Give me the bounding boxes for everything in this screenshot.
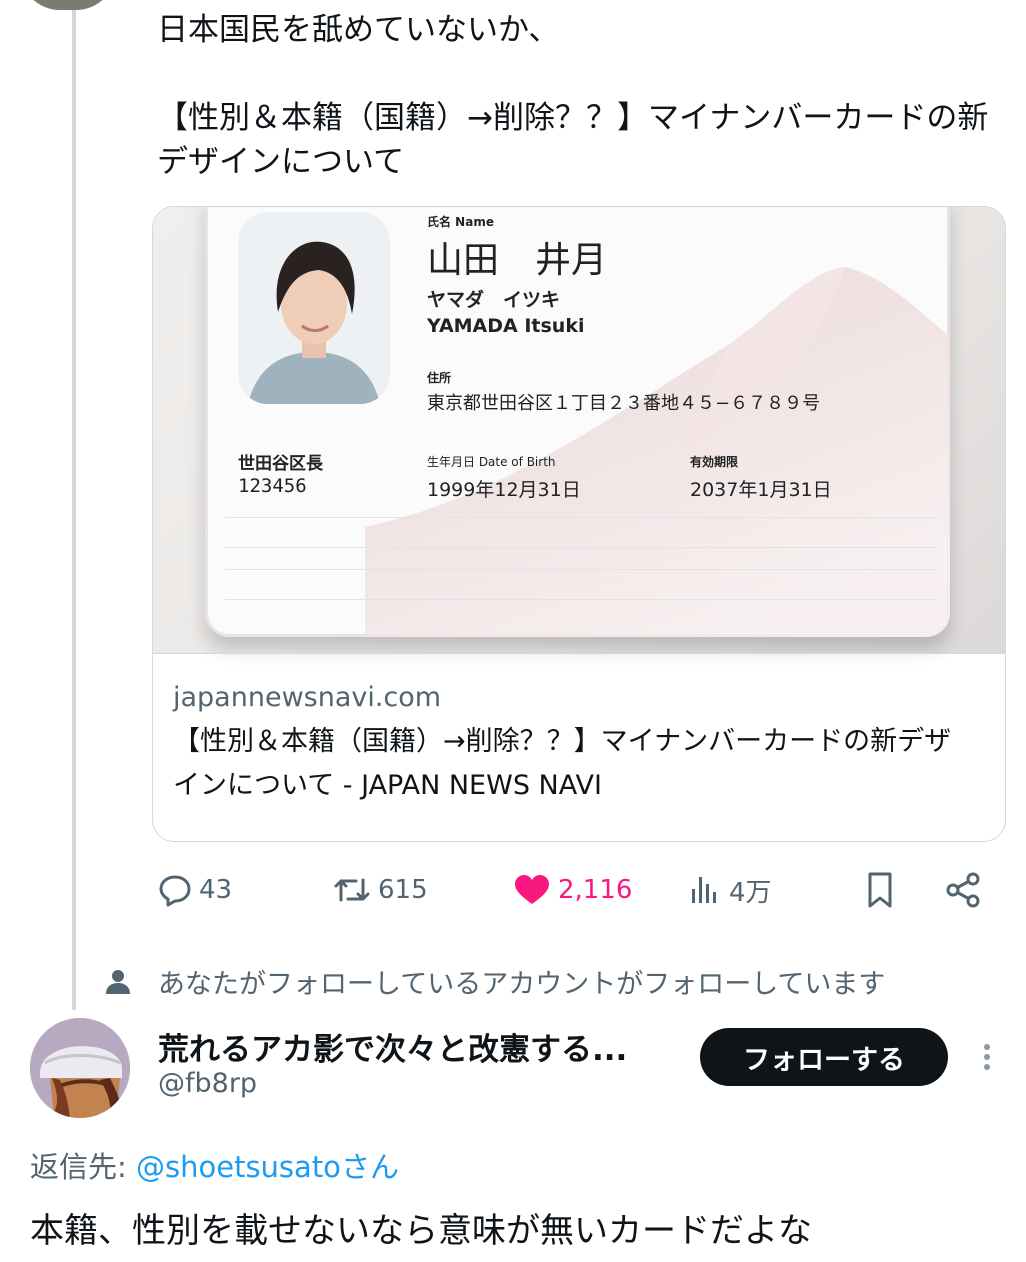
reply-button[interactable]: 43 [157, 866, 232, 914]
address-label: 住所 [427, 371, 452, 385]
share-button[interactable] [943, 866, 983, 914]
like-button[interactable]: 2,116 [512, 866, 632, 914]
repost-count: 615 [378, 875, 428, 905]
thread-line [72, 0, 76, 1010]
link-card-meta[interactable]: japannewsnavi.com 【性別＆本籍（国籍）→削除？？】マイナンバー… [153, 653, 1005, 841]
reply-text: 本籍、性別を載せないなら意味が無いカードだよな [30, 1211, 812, 1251]
card-address: 東京都世田谷区１丁目２３番地４５−６７８９号 [427, 393, 821, 414]
tweet-text: 日本国民を舐めていないか、 【性別＆本籍（国籍）→削除？？】マイナンバーカードの… [157, 12, 989, 180]
card-line [225, 517, 935, 518]
mynumber-card-image: 氏名 Name 山田 井月 ヤマダ イツキ YAMADA Itsuki 住所 東… [205, 207, 950, 637]
card-issuer: 世田谷区長 [238, 454, 323, 474]
card-line [225, 599, 935, 600]
card-name: 山田 井月 [427, 240, 608, 281]
share-icon [946, 872, 980, 908]
card-romaji: YAMADA Itsuki [427, 315, 585, 337]
repost-icon [334, 878, 370, 902]
action-bar: 43 615 2,116 4万 [157, 866, 987, 914]
name-label: 氏名 Name [427, 215, 494, 229]
analytics-icon [692, 877, 716, 903]
more-options-icon[interactable] [975, 1040, 999, 1080]
reply-to-prefix: 返信先: [30, 1150, 136, 1184]
card-line [225, 569, 935, 570]
person-icon [106, 969, 130, 994]
reply-to-handle-link[interactable]: @shoetsusato [136, 1150, 341, 1184]
card-expiry: 2037年1月31日 [690, 479, 832, 501]
social-context-text: あなたがフォローしているアカウントがフォローしています [158, 969, 886, 1000]
portrait-photo [238, 212, 390, 404]
reply-avatar[interactable] [30, 1018, 130, 1118]
expiry-label: 有効期限 [690, 455, 739, 469]
card-issuer-number: 123456 [238, 475, 307, 497]
views-button[interactable]: 4万 [687, 866, 772, 914]
reply-icon [159, 875, 191, 907]
card-dob: 1999年12月31日 [427, 479, 581, 501]
card-line [225, 547, 935, 548]
repost-button[interactable]: 615 [332, 866, 428, 914]
like-count: 2,116 [558, 875, 633, 905]
bookmark-button[interactable] [862, 866, 898, 914]
link-card-image[interactable]: 氏名 Name 山田 井月 ヤマダ イツキ YAMADA Itsuki 住所 東… [153, 207, 1005, 653]
reply-handle[interactable]: @fb8rp [158, 1068, 257, 1099]
author-avatar[interactable] [20, 0, 116, 10]
follow-button[interactable]: フォローする [700, 1028, 948, 1086]
link-card-title: 【性別＆本籍（国籍）→削除？？】マイナンバーカードの新デザインについて - JA… [173, 726, 952, 801]
reply-to-context: 返信先: @shoetsusatoさん [30, 1144, 399, 1186]
reply-display-name[interactable]: 荒れるアカ影で次々と改憲する... [158, 1024, 627, 1069]
views-count: 4万 [729, 877, 772, 908]
reply-count: 43 [199, 875, 233, 905]
link-card-domain: japannewsnavi.com [173, 682, 442, 713]
dob-label: 生年月日 Date of Birth [427, 455, 556, 469]
reply-to-suffix: さん [340, 1150, 399, 1184]
social-context: あなたがフォローしているアカウントがフォローしています [103, 962, 885, 1001]
bookmark-icon [868, 872, 892, 908]
heart-icon [515, 875, 549, 904]
card-kana: ヤマダ イツキ [427, 289, 561, 311]
link-card[interactable]: 氏名 Name 山田 井月 ヤマダ イツキ YAMADA Itsuki 住所 東… [152, 206, 1006, 842]
